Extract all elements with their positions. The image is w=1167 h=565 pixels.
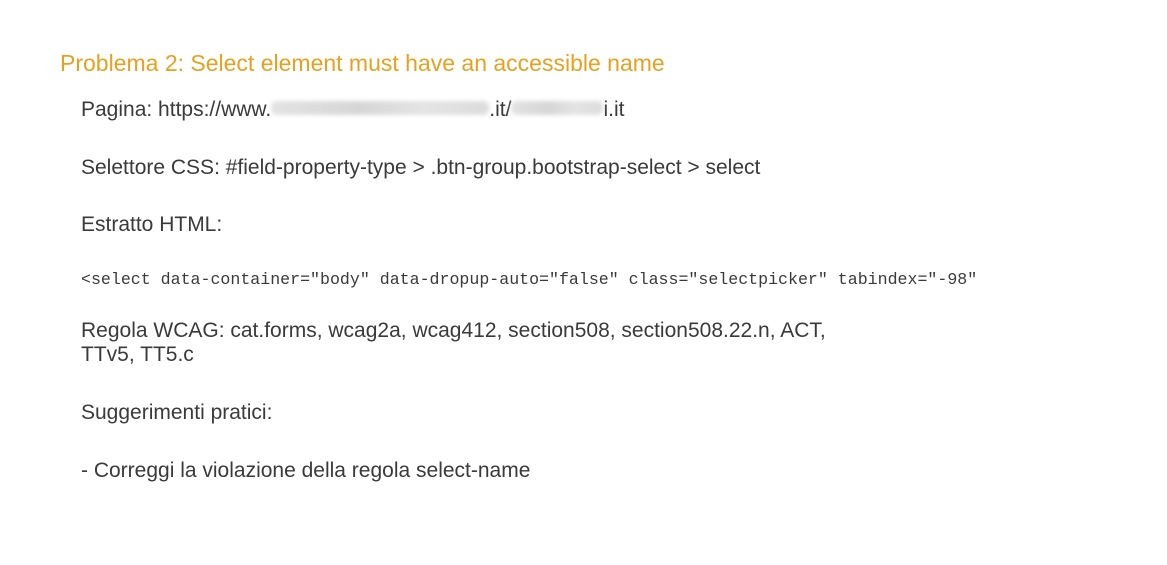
issue-title: Problema 2: Select element must have an … [60, 50, 665, 76]
tip-item: - Correggi la violazione della regola se… [81, 459, 531, 482]
page-url-mid: .it/ [489, 98, 512, 121]
css-selector: Selettore CSS: #field-property-type > .b… [81, 156, 761, 179]
page-url-prefix: Pagina: https://www. [81, 98, 272, 121]
wcag-rules-line-1: Regola WCAG: cat.forms, wcag2a, wcag412,… [81, 319, 826, 342]
redacted-domain [271, 101, 490, 116]
html-excerpt-label: Estratto HTML: [81, 213, 223, 236]
page-url-suffix: i.it [603, 98, 625, 121]
page-url: Pagina: https://www. .it/i.it [81, 98, 624, 122]
html-excerpt-code: <select data-container="body" data-dropu… [81, 270, 978, 289]
tips-label: Suggerimenti pratici: [81, 401, 273, 424]
wcag-rules-line-2: TTv5, TT5.c [81, 343, 194, 366]
redacted-path [511, 101, 604, 116]
